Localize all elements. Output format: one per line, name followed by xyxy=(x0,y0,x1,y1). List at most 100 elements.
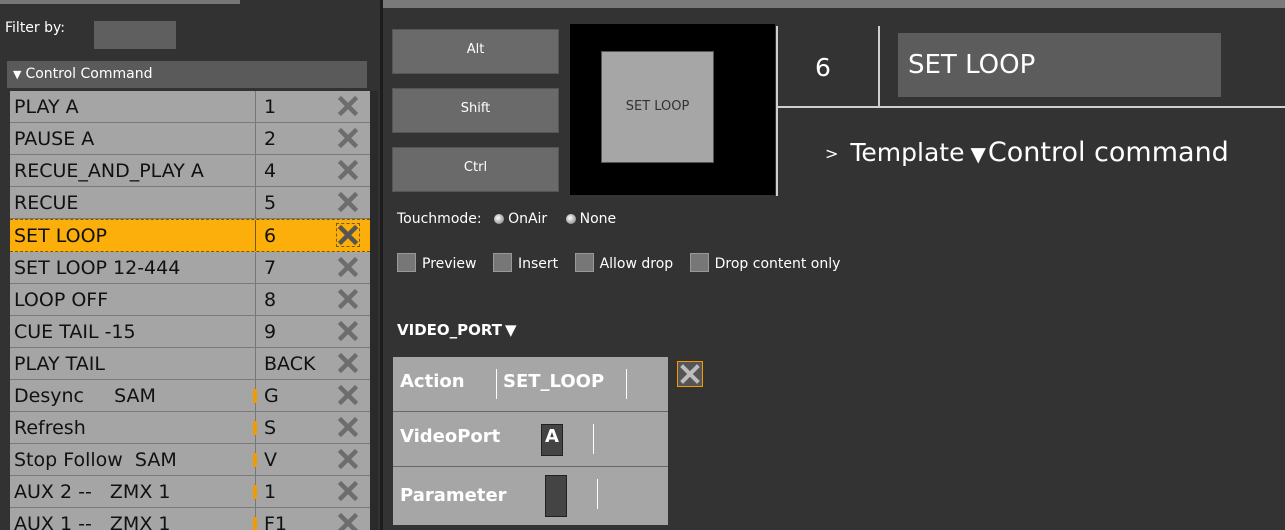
radio-onair-label[interactable]: OnAir xyxy=(508,211,547,227)
command-row[interactable]: PLAY A 1 xyxy=(10,91,370,123)
delete-command-button[interactable] xyxy=(337,191,359,213)
preview-checkbox[interactable] xyxy=(397,253,416,272)
radio-onair[interactable] xyxy=(494,214,505,224)
divider-horizontal xyxy=(776,106,1285,108)
videoport-header[interactable]: VIDEO_PORT ▼ xyxy=(397,321,517,339)
delete-command-button[interactable] xyxy=(337,448,359,470)
parameter-value-videoport[interactable]: A xyxy=(545,426,559,447)
delete-command-button[interactable] xyxy=(337,384,359,406)
drop-content-only-checkbox[interactable] xyxy=(689,253,709,272)
command-row[interactable]: AUX 1 -- ZMX 1 F1 xyxy=(10,508,370,530)
insert-checkbox-label[interactable]: Insert xyxy=(518,256,558,272)
close-icon xyxy=(337,191,359,213)
command-row[interactable]: LOOP OFF 8 xyxy=(10,284,370,316)
command-number: 6 xyxy=(815,53,831,82)
parameter-table: Action SET_LOOP VideoPort A Parameter xyxy=(393,357,668,525)
list-scrollbar[interactable] xyxy=(370,91,378,530)
filter-input[interactable] xyxy=(94,21,176,49)
delete-command-button[interactable] xyxy=(337,416,359,438)
delete-command-button[interactable] xyxy=(336,223,360,247)
divider-vertical xyxy=(878,26,880,108)
close-icon xyxy=(337,448,359,470)
parameter-row-action: Action SET_LOOP xyxy=(393,357,668,412)
command-title-field[interactable]: SET LOOP xyxy=(898,33,1221,97)
delete-command-button[interactable] xyxy=(337,159,359,181)
delete-command-button[interactable] xyxy=(337,352,359,374)
close-icon xyxy=(337,288,359,310)
command-list-panel: Filter by: ▼ Control Command PLAY A 1 PAUSE… xyxy=(0,0,380,530)
command-key: 2 xyxy=(255,123,335,154)
template-label: Template xyxy=(850,138,965,167)
alt-button[interactable]: Alt xyxy=(392,29,559,74)
videoport-header-label: VIDEO_PORT xyxy=(397,321,502,339)
command-key: G xyxy=(253,380,335,411)
command-key-label: 8 xyxy=(264,289,277,311)
template-selector[interactable]: > Template ▼Control command xyxy=(825,137,1229,168)
close-icon xyxy=(337,480,359,502)
command-key-label: 2 xyxy=(264,128,277,150)
command-row[interactable]: Refresh S xyxy=(10,412,370,444)
insert-checkbox[interactable] xyxy=(492,253,512,272)
command-key: F1 xyxy=(253,508,335,530)
group-header-control-command[interactable]: ▼ Control Command xyxy=(7,61,367,88)
command-row[interactable]: RECUE 5 xyxy=(10,187,370,219)
ctrl-button[interactable]: Ctrl xyxy=(392,147,559,192)
delete-command-button[interactable] xyxy=(337,256,359,278)
delete-command-button[interactable] xyxy=(337,95,359,117)
close-icon xyxy=(337,352,359,374)
close-icon xyxy=(337,224,359,246)
shift-button[interactable]: Shift xyxy=(392,88,559,133)
command-row[interactable]: RECUE_AND_PLAY A 4 xyxy=(10,155,370,187)
marker-flag xyxy=(253,485,257,499)
drop-content-only-checkbox-label[interactable]: Drop content only xyxy=(715,256,841,272)
command-row[interactable]: PAUSE A 2 xyxy=(10,123,370,155)
command-row[interactable]: CUE TAIL -15 9 xyxy=(10,316,370,348)
command-key: 1 xyxy=(253,476,335,507)
touchmode-label: Touchmode: xyxy=(397,211,482,227)
allow-drop-checkbox-label[interactable]: Allow drop xyxy=(600,256,674,272)
command-row[interactable]: PLAY TAIL BACK xyxy=(10,348,370,380)
close-icon xyxy=(337,256,359,278)
command-editor-panel: Alt Shift Ctrl SET LOOP 6 SET LOOP > Temp… xyxy=(383,0,1285,530)
template-type: Control command xyxy=(987,137,1229,168)
touchmode-row: Touchmode: OnAir None xyxy=(397,211,616,227)
delete-command-button[interactable] xyxy=(337,480,359,502)
command-name: Desync SAM xyxy=(14,385,156,407)
command-key-label: V xyxy=(264,449,277,471)
cell-separator xyxy=(593,424,594,454)
command-name: RECUE_AND_PLAY A xyxy=(14,160,204,182)
command-list: PLAY A 1 PAUSE A 2 RECUE_AND_PLAY A 4 RECUE 5 SE… xyxy=(10,91,370,530)
parameter-value-action[interactable]: SET_LOOP xyxy=(503,371,604,392)
preview-checkbox-label[interactable]: Preview xyxy=(422,256,477,272)
allow-drop-checkbox[interactable] xyxy=(574,253,594,272)
close-icon xyxy=(337,416,359,438)
command-key: V xyxy=(253,444,335,475)
cell-separator xyxy=(597,479,598,509)
parameter-value-box[interactable] xyxy=(545,475,567,517)
command-key: 4 xyxy=(255,155,335,186)
delete-command-button[interactable] xyxy=(337,320,359,342)
command-name: Stop Follow SAM xyxy=(14,449,177,471)
remove-videoport-button[interactable] xyxy=(677,361,703,387)
chevron-right-icon[interactable]: > xyxy=(825,144,838,163)
command-key-label: 7 xyxy=(264,257,277,279)
command-row[interactable]: AUX 2 -- ZMX 1 1 xyxy=(10,476,370,508)
dropdown-triangle-icon[interactable]: ▼ xyxy=(970,142,985,166)
radio-none-label[interactable]: None xyxy=(580,211,617,227)
command-name: AUX 1 -- ZMX 1 xyxy=(14,513,171,530)
cell-separator xyxy=(496,369,497,399)
delete-command-button[interactable] xyxy=(337,127,359,149)
command-row[interactable]: SET LOOP 6 xyxy=(10,219,370,252)
command-key: BACK xyxy=(255,348,335,379)
command-row[interactable]: Stop Follow SAM V xyxy=(10,444,370,476)
command-key-label: 5 xyxy=(264,192,277,214)
command-row[interactable]: Desync SAM G xyxy=(10,380,370,412)
delete-command-button[interactable] xyxy=(337,288,359,310)
preview-command-button[interactable]: SET LOOP xyxy=(601,51,714,163)
command-key-label: F1 xyxy=(264,513,288,530)
radio-none[interactable] xyxy=(565,214,576,224)
delete-command-button[interactable] xyxy=(337,512,359,530)
filter-label: Filter by: xyxy=(5,20,65,36)
dropdown-triangle-icon[interactable]: ▼ xyxy=(505,321,517,339)
command-row[interactable]: SET LOOP 12-444 7 xyxy=(10,252,370,284)
